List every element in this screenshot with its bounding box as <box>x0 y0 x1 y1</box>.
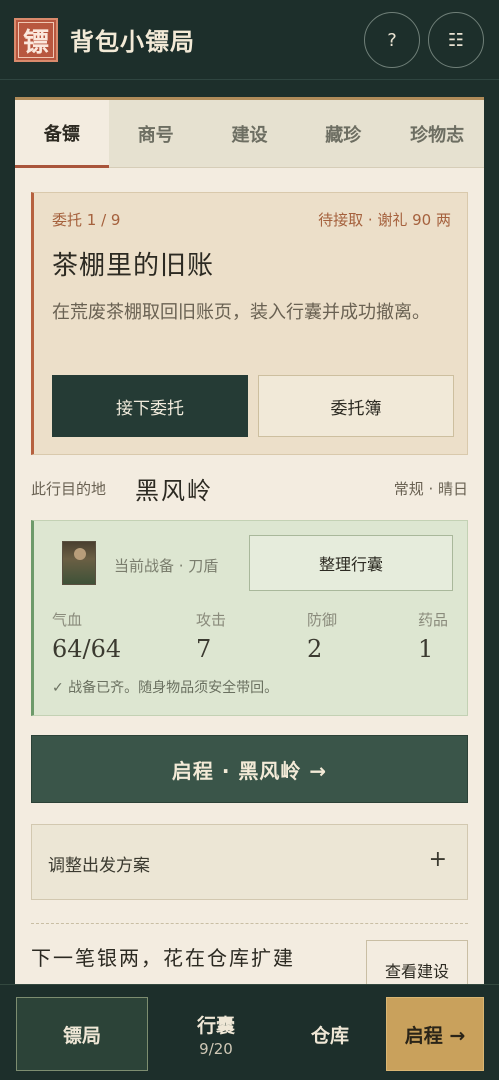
stat-defense-value: 2 <box>307 635 323 663</box>
view-build-button[interactable]: 查看建设 <box>366 940 468 987</box>
stat-defense-label: 防御 <box>307 611 338 629</box>
depart-button[interactable]: 启程 · 黑风岭 → <box>31 735 468 803</box>
stat-attack-value: 7 <box>196 635 212 663</box>
stat-hp-value: 64/64 <box>52 635 122 663</box>
tip-text: 下一笔银两，花在仓库扩建 <box>31 946 295 970</box>
commission-status: 待接取 · 谢礼 90 两 <box>318 211 451 229</box>
logo-char: 镖 <box>18 22 54 58</box>
destination-condition: 常规 · 晴日 <box>393 480 468 498</box>
destination-name: 黑风岭 <box>135 477 213 505</box>
gear-panel: 当前战备 · 刀盾 整理行囊 气血 64/64 攻击 7 防御 2 药品 1 ✓… <box>31 520 468 716</box>
destination-label: 此行目的地 <box>31 480 107 498</box>
nav-store[interactable]: 仓库 <box>264 997 396 1071</box>
nav-bag-count: 9/20 <box>199 1039 233 1058</box>
departure-plan-toggle[interactable]: 调整出发方案 + <box>31 824 468 900</box>
menu-button[interactable]: ☷ <box>428 12 484 68</box>
nav-store-label: 仓库 <box>310 1024 349 1047</box>
stat-hp-label: 气血 <box>52 611 83 629</box>
tab-prepare[interactable]: 备镖 <box>15 100 109 168</box>
commission-book-button[interactable]: 委托簿 <box>258 375 454 437</box>
stat-medicine-label: 药品 <box>418 611 449 629</box>
nav-home[interactable]: 镖局 <box>16 997 148 1071</box>
plus-icon: + <box>428 847 447 872</box>
tab-codex[interactable]: 珍物志 <box>390 100 484 168</box>
tab-treasure[interactable]: 藏珍 <box>296 100 390 168</box>
bottom-nav: 镖局 行囊 9/20 仓库 启程 → <box>0 984 499 1080</box>
commission-description: 在荒废茶棚取回旧账页，装入行囊并成功撤离。 <box>52 302 430 323</box>
gear-note: ✓ 战备已齐。随身物品须安全带回。 <box>52 680 279 696</box>
nav-home-label: 镖局 <box>62 1024 101 1047</box>
app-header: 镖 背包小镖局 ? ☷ <box>0 0 499 80</box>
main-panel: 备镖 商号 建设 藏珍 珍物志 委托 1 / 9 待接取 · 谢礼 90 两 茶… <box>15 97 484 987</box>
accept-commission-button[interactable]: 接下委托 <box>52 375 248 437</box>
gear-label: 当前战备 · 刀盾 <box>114 557 219 575</box>
stat-medicine-value: 1 <box>418 635 434 663</box>
app-title: 背包小镖局 <box>70 27 195 56</box>
commission-count: 委托 1 / 9 <box>52 211 121 229</box>
tab-shop[interactable]: 商号 <box>109 100 203 168</box>
commission-title: 茶棚里的旧账 <box>52 251 215 281</box>
nav-bag-label: 行囊 <box>196 1014 235 1037</box>
nav-bag[interactable]: 行囊 9/20 <box>150 997 282 1071</box>
commission-card: 委托 1 / 9 待接取 · 谢礼 90 两 茶棚里的旧账 在荒废茶棚取回旧账页… <box>31 192 468 455</box>
avatar <box>62 541 96 585</box>
plan-label: 调整出发方案 <box>48 856 150 876</box>
divider <box>31 923 468 924</box>
organize-pack-button[interactable]: 整理行囊 <box>249 535 453 591</box>
stat-attack-label: 攻击 <box>196 611 227 629</box>
tab-bar: 备镖 商号 建设 藏珍 珍物志 <box>15 100 484 168</box>
logo-icon: 镖 <box>14 18 58 62</box>
tab-build[interactable]: 建设 <box>203 100 297 168</box>
nav-go[interactable]: 启程 → <box>386 997 484 1071</box>
nav-go-label: 启程 → <box>404 1024 466 1047</box>
help-button[interactable]: ? <box>364 12 420 68</box>
